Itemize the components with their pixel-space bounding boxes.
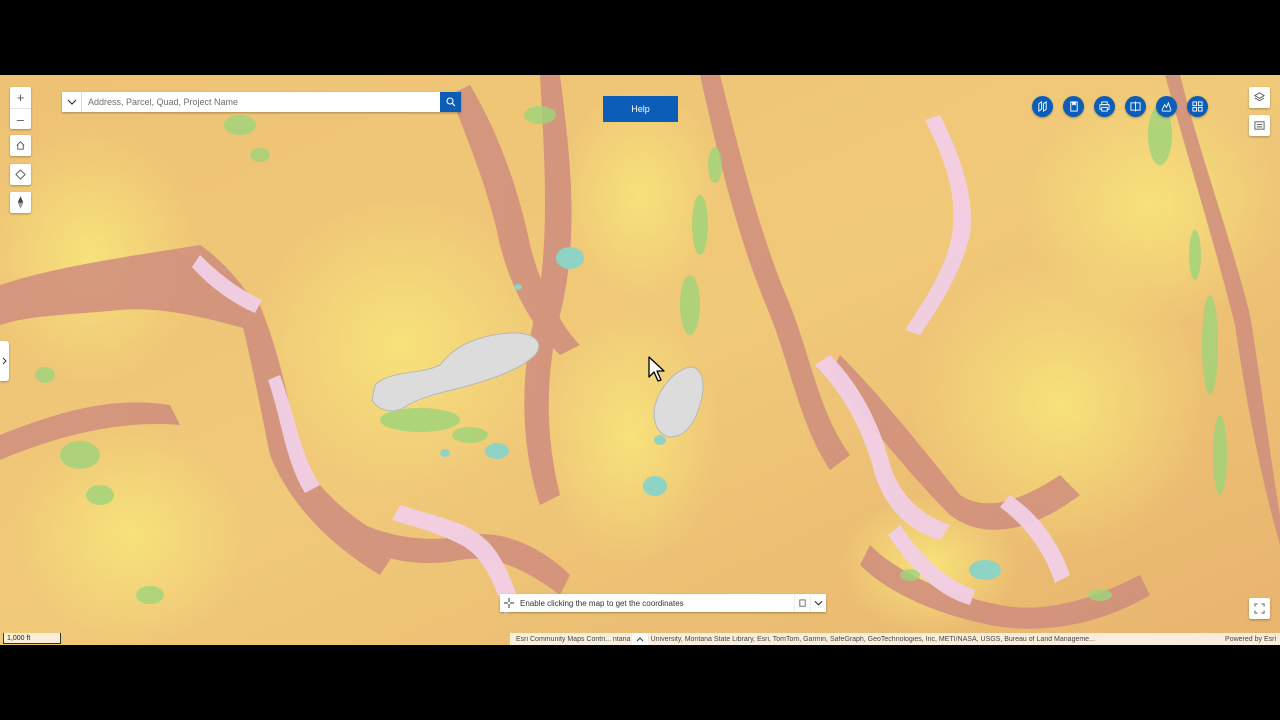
bookmark-button[interactable] bbox=[1063, 96, 1084, 117]
crosshair-icon bbox=[504, 598, 514, 608]
search-widget bbox=[62, 92, 461, 112]
compass-icon bbox=[17, 196, 24, 209]
search-button[interactable] bbox=[440, 92, 461, 112]
search-input[interactable] bbox=[82, 92, 440, 112]
locate-button[interactable] bbox=[10, 164, 31, 185]
terrain-map[interactable] bbox=[0, 75, 1280, 645]
map-compare-button[interactable] bbox=[1032, 96, 1053, 117]
legend-button[interactable] bbox=[1249, 115, 1270, 136]
layer-list-button[interactable] bbox=[1249, 87, 1270, 108]
map-compare-icon bbox=[1038, 101, 1047, 112]
zoom-controls: + – bbox=[10, 87, 31, 129]
attribution-text: Esri Community Maps Contri... ntana Stat… bbox=[516, 635, 1095, 643]
layers-icon bbox=[1254, 92, 1265, 102]
home-icon bbox=[16, 141, 25, 150]
coordinate-capture-button[interactable] bbox=[500, 594, 518, 612]
chevron-down-icon bbox=[814, 600, 823, 606]
basemap-gallery-icon bbox=[1192, 101, 1203, 112]
print-button[interactable] bbox=[1094, 96, 1115, 117]
fullscreen-button[interactable] bbox=[1249, 598, 1270, 619]
locate-icon bbox=[15, 169, 26, 180]
swipe-icon bbox=[1130, 101, 1141, 112]
chevron-up-icon bbox=[636, 636, 644, 641]
toolbar bbox=[1032, 96, 1208, 117]
expand-coordinates-button[interactable] bbox=[810, 594, 826, 612]
attribution-bar[interactable]: Esri Community Maps Contri... ntana Stat… bbox=[510, 633, 1280, 645]
coordinate-prompt: Enable clicking the map to get the coord… bbox=[520, 598, 684, 608]
attribution-expand-button[interactable] bbox=[632, 633, 648, 645]
bookmark-icon bbox=[1069, 101, 1078, 112]
fullscreen-icon bbox=[1254, 603, 1265, 614]
home-button[interactable] bbox=[10, 135, 31, 156]
chevron-down-icon bbox=[67, 99, 76, 105]
swipe-button[interactable] bbox=[1125, 96, 1146, 117]
search-icon bbox=[445, 97, 455, 107]
chevron-right-icon bbox=[2, 357, 7, 365]
elevation-profile-icon bbox=[1161, 101, 1172, 112]
elevation-profile-button[interactable] bbox=[1156, 96, 1177, 117]
copy-coordinates-button[interactable] bbox=[794, 594, 810, 612]
compass-button[interactable] bbox=[10, 192, 31, 213]
search-source-dropdown[interactable] bbox=[62, 92, 82, 112]
copy-icon bbox=[799, 598, 806, 607]
scale-bar: 1,000 ft bbox=[3, 633, 61, 644]
basemap-gallery-button[interactable] bbox=[1187, 96, 1208, 117]
print-icon bbox=[1099, 101, 1110, 112]
zoom-in-button[interactable]: + bbox=[10, 87, 31, 108]
legend-icon bbox=[1254, 121, 1265, 130]
zoom-out-button[interactable]: – bbox=[10, 108, 31, 129]
map-view[interactable]: + – Help bbox=[0, 75, 1280, 645]
side-panel-toggle[interactable] bbox=[0, 341, 9, 381]
powered-by-esri[interactable]: Powered by Esri bbox=[1215, 636, 1280, 643]
coordinate-conversion: Enable clicking the map to get the coord… bbox=[500, 594, 826, 612]
help-button[interactable]: Help bbox=[603, 96, 678, 122]
mouse-cursor-icon bbox=[648, 356, 665, 382]
